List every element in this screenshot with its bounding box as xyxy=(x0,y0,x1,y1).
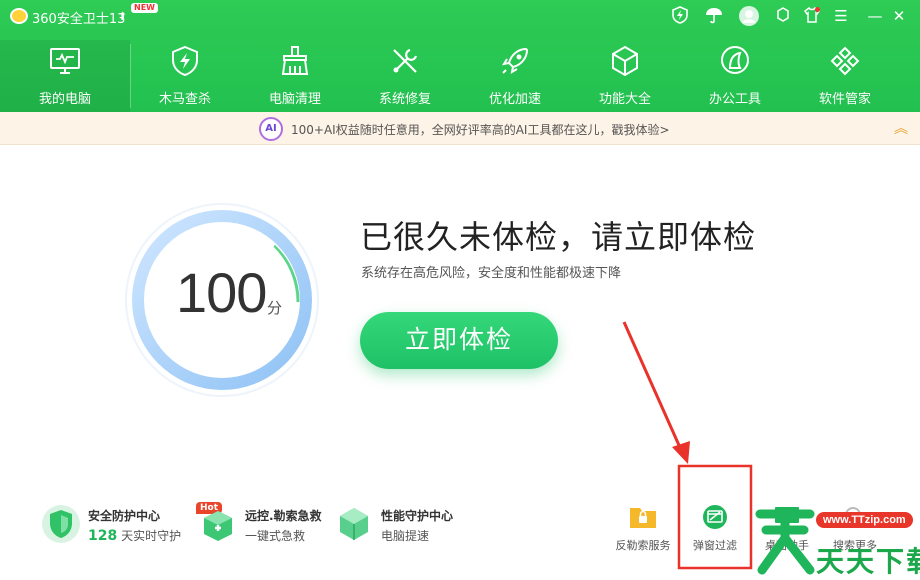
shield-icon xyxy=(42,505,80,543)
popup-filter-tool[interactable]: 弹窗过滤 xyxy=(680,503,750,553)
nav-my-computer[interactable]: 我的电脑 xyxy=(0,40,130,112)
office-tools-icon xyxy=(721,46,749,74)
security-center-entry[interactable]: 安全防护中心 128 天实时守护 xyxy=(42,503,192,547)
nav-system-repair[interactable]: 系统修复 xyxy=(350,40,460,112)
avatar-icon[interactable] xyxy=(739,6,759,26)
watermark-text: 天天下载 xyxy=(816,545,920,578)
app-title: 360安全卫士13 xyxy=(32,12,126,27)
feature-subtitle: 一键式急救 xyxy=(245,529,306,543)
nav-label: 我的电脑 xyxy=(38,92,91,107)
score-value: 100 xyxy=(176,261,267,324)
remote-ransom-rescue-entry[interactable]: 远控.勒索急救 一键式急救 xyxy=(199,503,329,547)
ttzip-watermark: www.TTzip.com 天天下载 xyxy=(752,498,920,580)
nav-label: 电脑清理 xyxy=(268,92,321,107)
checkup-subline: 系统存在高危风险，安全度和性能都极速下降 xyxy=(361,266,622,281)
monitor-icon xyxy=(50,48,80,74)
score-unit: 分 xyxy=(267,299,283,317)
shield-lightning-icon[interactable] xyxy=(670,6,690,26)
feature-subtitle: 128 天实时守护 xyxy=(88,527,181,544)
nav-label: 优化加速 xyxy=(488,92,541,107)
shield-bolt-icon xyxy=(172,45,198,77)
broom-icon xyxy=(281,46,309,75)
main-nav: 我的电脑 木马查杀 电脑清理 系统修复 优化加速 功能大全 办公工具 软件管家 xyxy=(0,40,920,112)
menu-icon[interactable]: ☰ xyxy=(831,6,851,26)
titlebar: 360安全卫士13 ⬆ NEW ☰ — ✕ xyxy=(0,0,920,32)
tool-label: 弹窗过滤 xyxy=(693,539,737,552)
rocket-icon xyxy=(501,47,529,75)
nav-label: 办公工具 xyxy=(708,92,761,107)
performance-center-entry[interactable]: 性能守护中心 电脑提速 xyxy=(335,503,465,547)
nav-label: 软件管家 xyxy=(818,92,871,107)
nav-trojan-scan[interactable]: 木马查杀 xyxy=(130,40,240,112)
banner-text[interactable]: 100+AI权益随时任意用，全网好评率高的AI工具都在这儿，戳我体验> xyxy=(291,121,670,138)
start-checkup-button[interactable]: 立即体检 xyxy=(360,312,558,369)
nav-office-tools[interactable]: 办公工具 xyxy=(680,40,790,112)
folder-lock-icon xyxy=(630,508,656,528)
feature-title: 性能守护中心 xyxy=(381,509,454,523)
first-aid-kit-icon xyxy=(204,511,232,541)
nav-label: 木马查杀 xyxy=(158,92,211,107)
nav-label: 功能大全 xyxy=(598,92,651,107)
anti-ransom-service-tool[interactable]: 反勒索服务 xyxy=(608,503,678,553)
nav-software-manager[interactable]: 软件管家 xyxy=(790,40,900,112)
watermark-logo-icon xyxy=(755,509,815,575)
minimize-icon[interactable]: — xyxy=(865,6,885,26)
skin-shirt-icon[interactable] xyxy=(802,6,822,26)
performance-cube-icon xyxy=(340,508,368,540)
cube-icon xyxy=(612,45,638,77)
double-chevron-up-icon[interactable]: ︽ xyxy=(894,118,908,138)
feature-sub-text: 天实时守护 xyxy=(121,529,182,543)
nav-label: 系统修复 xyxy=(378,92,431,107)
feature-title: 远控.勒索急救 xyxy=(245,509,322,523)
ai-badge-icon: AI xyxy=(259,117,283,141)
nav-divider xyxy=(130,44,131,108)
wrench-screwdriver-icon xyxy=(393,48,418,73)
tool-label: 反勒索服务 xyxy=(615,539,671,552)
protection-days: 128 xyxy=(88,528,118,544)
feature-title: 安全防护中心 xyxy=(88,509,161,523)
new-badge: NEW xyxy=(131,3,158,13)
nav-features[interactable]: 功能大全 xyxy=(570,40,680,112)
feature-subtitle: 电脑提速 xyxy=(381,529,430,543)
watermark-url: www.TTzip.com xyxy=(816,512,913,528)
popup-block-icon xyxy=(703,505,727,529)
software-grid-icon xyxy=(830,46,860,76)
upgrade-arrow-icon[interactable]: ⬆ xyxy=(118,10,127,23)
nav-pc-clean[interactable]: 电脑清理 xyxy=(240,40,350,112)
umbrella-icon[interactable] xyxy=(704,6,724,26)
refresh-icon[interactable] xyxy=(773,6,793,26)
nav-optimize-speed[interactable]: 优化加速 xyxy=(460,40,570,112)
header-bar: 360安全卫士13 ⬆ NEW ☰ — ✕ 我的电脑 木马查杀 电脑清理 系统修… xyxy=(0,0,920,112)
promo-banner[interactable]: AI 100+AI权益随时任意用，全网好评率高的AI工具都在这儿，戳我体验> ︽ xyxy=(0,112,920,145)
app-logo-icon xyxy=(10,8,28,24)
checkup-headline: 已很久未体检，请立即体检 xyxy=(360,218,757,256)
close-icon[interactable]: ✕ xyxy=(889,6,909,26)
